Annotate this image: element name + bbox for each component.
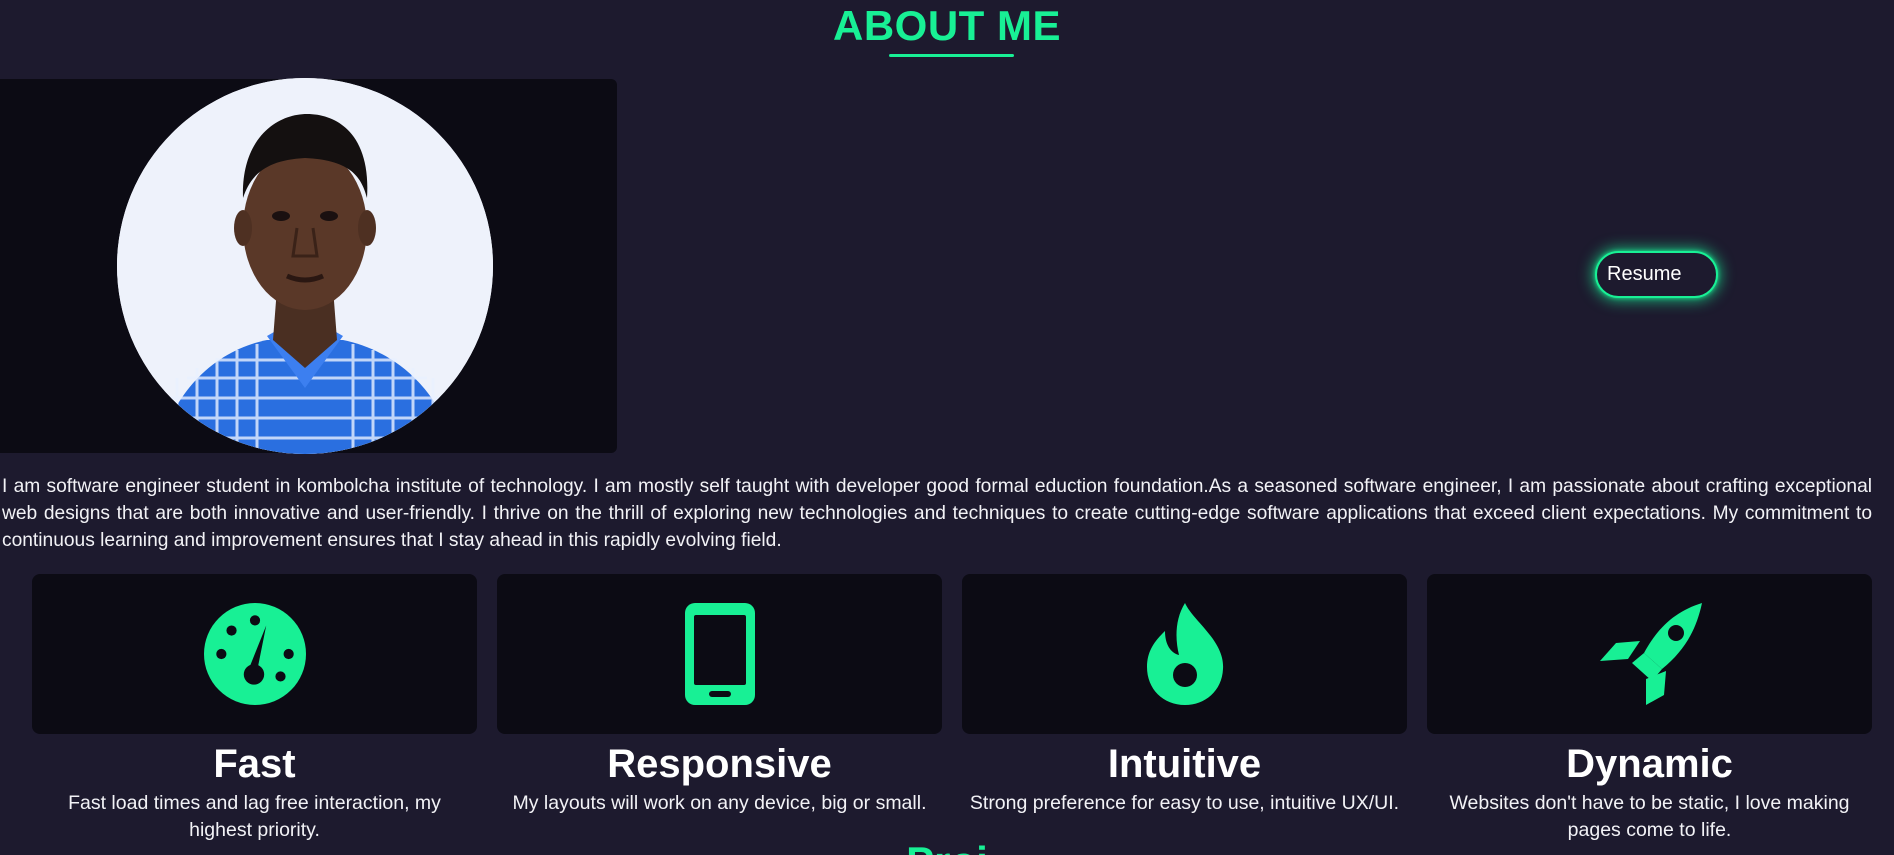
feature-card-intuitive: Intuitive Strong preference for easy to … xyxy=(962,574,1407,817)
next-section-heading: Proj xyxy=(0,838,1894,855)
rocket-icon xyxy=(1599,603,1702,705)
speedometer-icon xyxy=(203,603,306,705)
feature-title: Fast xyxy=(213,742,296,786)
feature-icon-box xyxy=(962,574,1407,734)
feature-description: My layouts will work on any device, big … xyxy=(512,792,927,814)
feature-description: Websites don't have to be static, I love… xyxy=(1449,792,1850,841)
section-title: ABOUT ME xyxy=(833,2,1061,49)
profile-photo xyxy=(117,78,493,454)
feature-title: Responsive xyxy=(607,742,832,786)
feature-description: Strong preference for easy to use, intui… xyxy=(969,792,1400,814)
feature-icon-box xyxy=(1427,574,1872,734)
feature-card-dynamic: Dynamic Websites don't have to be static… xyxy=(1427,574,1872,844)
bio-paragraph: I am software engineer student in kombol… xyxy=(2,476,1872,551)
feature-icon-box xyxy=(497,574,942,734)
title-underline xyxy=(889,54,1014,57)
flame-icon xyxy=(1146,603,1223,705)
feature-title: Intuitive xyxy=(1107,742,1262,786)
resume-button[interactable]: Resume xyxy=(1595,251,1718,298)
about-section: ABOUT ME Resume I am software engineer s… xyxy=(0,0,1894,855)
feature-description: Fast load times and lag free interaction… xyxy=(68,792,441,841)
feature-icon-box xyxy=(32,574,477,734)
feature-title: Dynamic xyxy=(1566,742,1733,786)
feature-card-responsive: Responsive My layouts will work on any d… xyxy=(497,574,942,817)
feature-card-fast: Fast Fast load times and lag free intera… xyxy=(32,574,477,844)
mobile-phone-icon xyxy=(684,603,755,705)
